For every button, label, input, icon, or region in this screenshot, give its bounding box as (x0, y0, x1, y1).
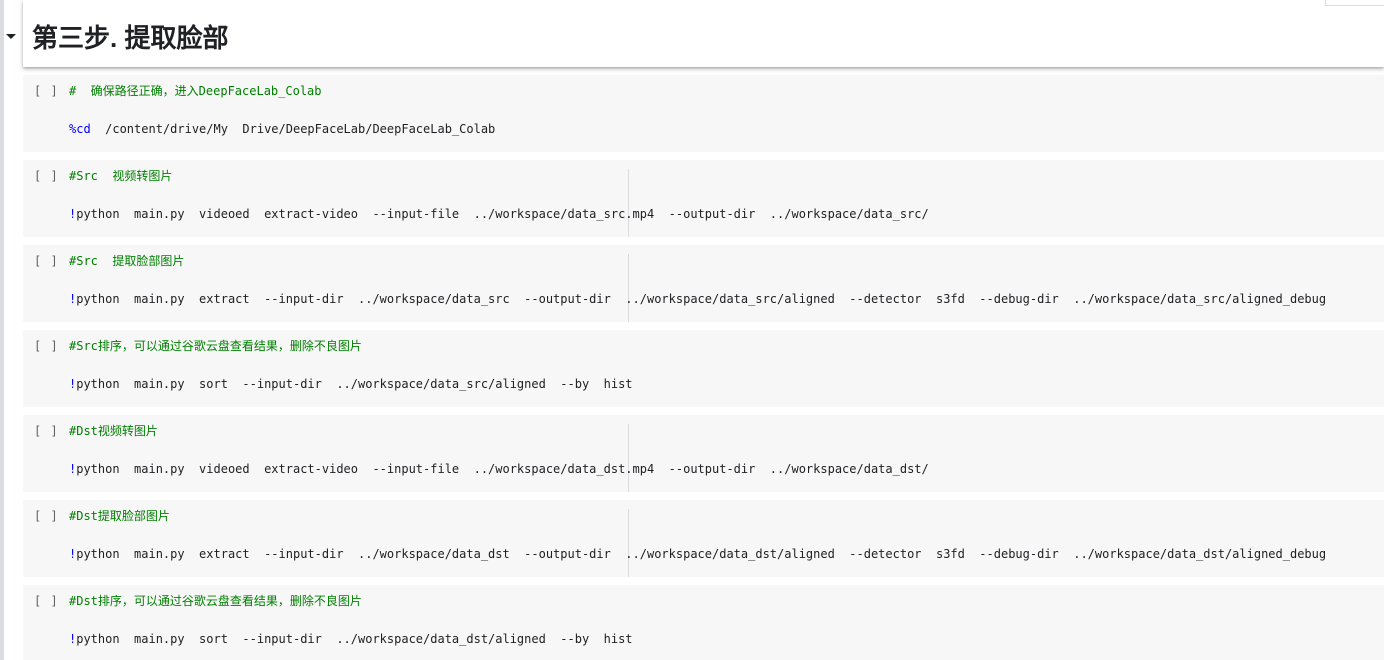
line-ruler (628, 509, 629, 577)
code-comment: #Dst提取脸部图片 (69, 509, 170, 523)
line-ruler (628, 169, 629, 237)
code-command: !python main.py videoed extract-video --… (69, 461, 929, 477)
code-command: !python main.py sort --input-dir ../work… (69, 376, 633, 392)
code-cell[interactable]: [ ] #Src 视频转图片 !python main.py videoed e… (23, 160, 1384, 237)
command-text: python main.py sort --input-dir ../works… (76, 377, 633, 391)
code-command: !python main.py extract --input-dir ../w… (69, 546, 1326, 562)
code-cell[interactable]: [ ] # 确保路径正确，进入DeepFaceLab_Colab %cd /co… (23, 75, 1384, 152)
code-comment: #Src 视频转图片 (69, 169, 173, 183)
section-header[interactable]: 第三步. 提取脸部 (23, 0, 1384, 67)
code-comment: #Dst排序，可以通过谷歌云盘查看结果，删除不良图片 (69, 594, 362, 608)
run-cell-button[interactable]: [ ] (34, 84, 59, 98)
run-cell-button[interactable]: [ ] (34, 509, 59, 523)
code-command: !python main.py extract --input-dir ../w… (69, 291, 1326, 307)
caret-down-icon[interactable] (6, 34, 16, 39)
code-command: %cd /content/drive/My Drive/DeepFaceLab/… (69, 121, 495, 137)
code-cell[interactable]: [ ] #Src排序，可以通过谷歌云盘查看结果，删除不良图片 !python m… (23, 330, 1384, 407)
code-comment: # 确保路径正确，进入DeepFaceLab_Colab (69, 84, 322, 98)
line-ruler (628, 254, 629, 322)
code-cell[interactable]: [ ] #Dst排序，可以通过谷歌云盘查看结果，删除不良图片 !python m… (23, 585, 1384, 660)
command-text: python main.py sort --input-dir ../works… (76, 632, 633, 646)
code-comment: #Src排序，可以通过谷歌云盘查看结果，删除不良图片 (69, 339, 362, 353)
command-text: python main.py videoed extract-video --i… (76, 207, 929, 221)
line-ruler (628, 424, 629, 492)
run-cell-button[interactable]: [ ] (34, 424, 59, 438)
code-cell[interactable]: [ ] #Dst视频转图片 !python main.py videoed ex… (23, 415, 1384, 492)
code-comment: #Dst视频转图片 (69, 424, 158, 438)
code-cell[interactable]: [ ] #Src 提取脸部图片 !python main.py extract … (23, 245, 1384, 322)
code-comment: #Src 提取脸部图片 (69, 254, 185, 268)
command-text: python main.py extract --input-dir ../wo… (76, 292, 1327, 306)
code-cell[interactable]: [ ] #Dst提取脸部图片 !python main.py extract -… (23, 500, 1384, 577)
code-command: !python main.py videoed extract-video --… (69, 206, 929, 222)
command-text: python main.py videoed extract-video --i… (76, 462, 929, 476)
run-cell-button[interactable]: [ ] (34, 594, 59, 608)
run-cell-button[interactable]: [ ] (34, 254, 59, 268)
run-cell-button[interactable]: [ ] (34, 339, 59, 353)
command-text: python main.py extract --input-dir ../wo… (76, 547, 1327, 561)
run-cell-button[interactable]: [ ] (34, 169, 59, 183)
header-tab (1325, 0, 1384, 6)
magic-prefix: %cd (69, 122, 91, 136)
command-text: /content/drive/My Drive/DeepFaceLab/Deep… (90, 122, 496, 136)
code-command: !python main.py sort --input-dir ../work… (69, 631, 633, 647)
section-title: 第三步. 提取脸部 (32, 23, 229, 53)
section-rail (0, 0, 4, 660)
notebook-page: 第三步. 提取脸部 [ ] # 确保路径正确，进入DeepFaceLab_Col… (0, 0, 1384, 660)
